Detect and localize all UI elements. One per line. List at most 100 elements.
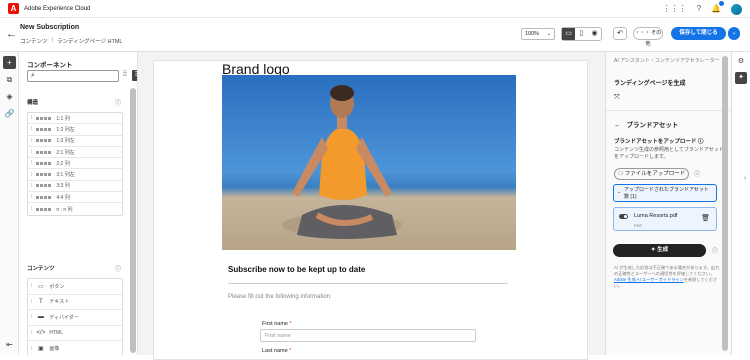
drag-handle-icon: ⁞: [31, 194, 33, 201]
list-item[interactable]: ⁞ 1:1 列: [28, 113, 122, 125]
components-title: コンポーネント: [27, 62, 73, 69]
structure-section-label: 構造: [27, 100, 39, 106]
editor-canvas: Brand logo Subscribe now to be kept up t…: [138, 52, 605, 360]
text-icon: T: [39, 298, 43, 305]
back-arrow-icon[interactable]: ←: [6, 28, 17, 40]
top-bar: A Adobe Experience Cloud ⋮⋮⋮ ? 🔔: [0, 0, 750, 18]
required-mark: *: [289, 348, 292, 354]
assistant-label: AI アシスタント・コンテンツアクセラレーター: [614, 58, 720, 64]
notifications-bell-icon[interactable]: 🔔: [711, 1, 724, 15]
components-panel: コンポーネント ⌕ ⁞⁞ ☰ 構造 ⓘ ⁞1:1 列 ⁞1:2 列左 ⁞1:3 …: [19, 52, 138, 355]
column-layout-icon: [36, 139, 53, 143]
list-item[interactable]: ⁞ ▣ 画像: [28, 341, 122, 355]
content-section-label: コンテンツ: [27, 266, 55, 272]
column-layout-icon: [36, 161, 53, 165]
list-item[interactable]: ⁞ 1:3 列左: [28, 136, 122, 147]
ai-assistant-icon[interactable]: ✦: [735, 72, 747, 84]
drag-handle-icon: ⁞: [31, 126, 33, 133]
list-item[interactable]: ⁞ 3:1 列左: [28, 169, 122, 181]
info-icon[interactable]: ⓘ: [698, 139, 704, 145]
fill-out-text[interactable]: Please fill out the following informatio…: [228, 294, 332, 300]
column-layout-icon: [36, 195, 53, 199]
info-icon[interactable]: ⓘ: [712, 246, 718, 255]
drag-handle-icon: ⁞: [31, 314, 33, 321]
zoom-select[interactable]: 100% ⌄: [521, 28, 555, 40]
undo-button[interactable]: ↶: [613, 27, 627, 40]
layers-icon[interactable]: ◈: [3, 90, 16, 103]
landing-page-preview: Brand logo Subscribe now to be kept up t…: [153, 60, 588, 360]
hero-image[interactable]: [222, 75, 516, 250]
save-options-chevron-icon[interactable]: ⌄: [728, 27, 740, 40]
help-icon[interactable]: ?: [697, 3, 701, 15]
trash-icon[interactable]: 🗑: [701, 214, 710, 222]
breadcrumb-content[interactable]: コンテンツ: [20, 37, 48, 45]
generate-button[interactable]: ✦ 生成: [613, 244, 706, 257]
list-item[interactable]: ⁞ 3:3 列: [28, 181, 122, 193]
back-arrow-icon[interactable]: ←: [614, 122, 621, 129]
list-item[interactable]: ⁞ 1:2 列左: [28, 124, 122, 136]
structure-list: ⁞ 1:1 列 ⁞ 1:2 列左 ⁞ 1:3 列左 ⁞ 2:1 列左 ⁞ 2:2 列 ⁞ 3…: [27, 112, 123, 216]
search-icon: ⌕: [31, 72, 35, 79]
adobe-logo-icon[interactable]: A: [8, 3, 19, 14]
right-rail: ⚙ ✦: [731, 52, 750, 355]
components-search-input[interactable]: ⌕: [27, 70, 119, 82]
links-icon[interactable]: 🔗: [3, 107, 16, 120]
zoom-value: 100%: [525, 31, 540, 37]
save-and-close-button[interactable]: 保存して閉じる: [671, 27, 726, 40]
divider-icon: ▬: [37, 314, 44, 321]
more-button[interactable]: ・・・ その他: [633, 27, 663, 47]
app-name[interactable]: Adobe Experience Cloud: [24, 6, 90, 12]
required-mark: *: [289, 321, 292, 327]
subscribe-heading[interactable]: Subscribe now to be kept up to date: [228, 265, 365, 274]
apps-grid-icon[interactable]: ⋮⋮⋮: [663, 3, 687, 15]
panel-scrollbar[interactable]: [722, 56, 728, 351]
guidelines-link[interactable]: Adobe 生成 AI ユーザーガイドライン: [614, 277, 684, 282]
upload-file-button[interactable]: ☁ ファイルをアップロード: [614, 168, 689, 180]
meditation-photo: [282, 85, 402, 239]
panel-heading: ランディングページを生成: [614, 81, 686, 87]
left-rail: + ⧉ ◈ 🔗 ⇤: [0, 52, 19, 355]
list-item[interactable]: ⁞ ▭ ボタン: [28, 279, 122, 295]
desktop-view-icon[interactable]: ▭: [562, 28, 575, 40]
file-name: Luma Resorts.pdf: [634, 213, 678, 219]
column-layout-icon: [36, 150, 53, 154]
brand-assets-header: ← ブランドアセット: [614, 122, 679, 129]
settings-sliders-icon[interactable]: ⚙: [735, 56, 747, 68]
column-layout-icon: [36, 207, 53, 211]
first-name-field[interactable]: First name: [260, 329, 476, 342]
add-components-icon[interactable]: +: [3, 56, 16, 69]
page-title: New Subscription: [20, 24, 80, 31]
first-name-label: First name *: [262, 321, 292, 327]
divider: [606, 110, 732, 111]
components-scrollbar[interactable]: [130, 88, 136, 353]
list-item[interactable]: ⁞ 2:1 列左: [28, 147, 122, 159]
grid-view-icon[interactable]: ⁞⁞: [123, 71, 127, 78]
drag-handle-icon: ⁞: [31, 206, 33, 213]
list-item[interactable]: ⁞ </> HTML: [28, 326, 122, 341]
uploaded-file-card[interactable]: Luma Resorts.pdf PDF 🗑: [613, 207, 717, 231]
breadcrumb-landing-page[interactable]: ランディングページ HTML: [57, 37, 123, 45]
image-icon: ▣: [38, 346, 44, 353]
upload-description: コンテンツ生成の参照用としてブランドアセットをアップロードします。: [614, 147, 724, 160]
drag-handle-icon: ⁞: [31, 298, 33, 305]
fragments-icon[interactable]: ⧉: [3, 73, 16, 86]
mobile-view-icon[interactable]: ▯: [575, 28, 588, 40]
drag-handle-icon: ⁞: [31, 283, 33, 290]
preview-eye-icon[interactable]: ◉: [588, 28, 601, 40]
drag-handle-icon: ⁞: [31, 329, 33, 336]
info-icon[interactable]: ⓘ: [694, 169, 700, 178]
list-item[interactable]: ⁞ ▬ ディバイダー: [28, 310, 122, 326]
structure-info-icon[interactable]: ⓘ: [115, 98, 121, 107]
expand-icon[interactable]: ⤧: [614, 94, 620, 102]
uploaded-assets-accordion[interactable]: ⌄ アップロードされたブランドアセット数 (1): [613, 184, 717, 202]
avatar[interactable]: [731, 3, 742, 15]
upload-heading: ブランドアセットをアップロード ⓘ: [614, 139, 704, 145]
list-item[interactable]: ⁞ 4:4 列: [28, 192, 122, 204]
list-item[interactable]: ⁞ 2:2 列: [28, 158, 122, 170]
chevron-right-icon[interactable]: ›: [744, 175, 746, 182]
content-info-icon[interactable]: ⓘ: [115, 264, 121, 273]
file-toggle[interactable]: [619, 214, 628, 219]
collapse-panel-icon[interactable]: ⇤: [3, 338, 16, 351]
list-item[interactable]: ⁞ n : n 列: [28, 203, 122, 214]
list-item[interactable]: ⁞ T テキスト: [28, 295, 122, 310]
